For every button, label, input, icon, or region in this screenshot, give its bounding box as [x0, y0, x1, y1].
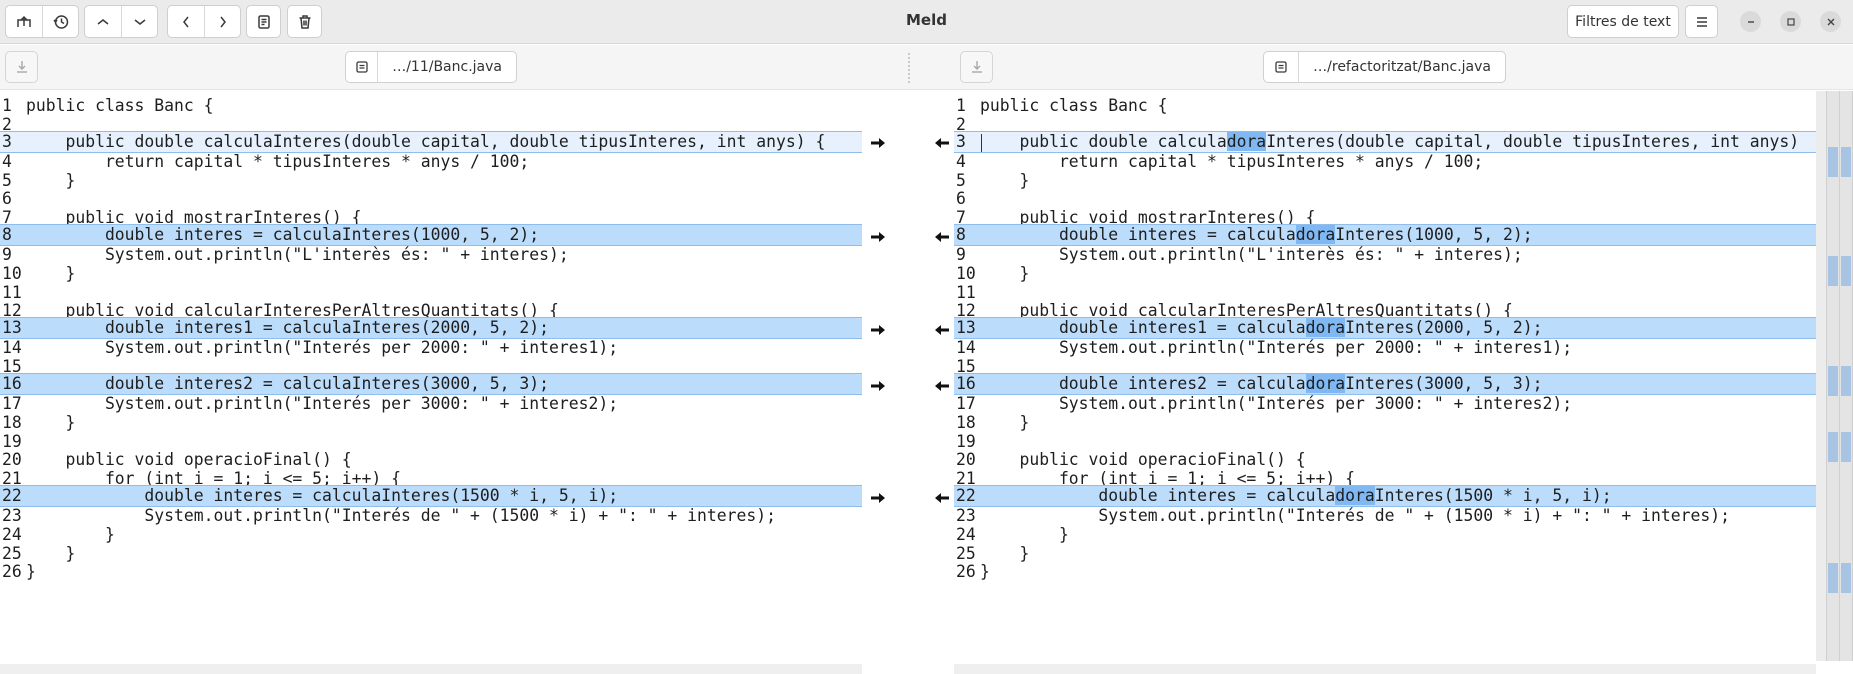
left-text-pane[interactable]: 1 public class Banc {2 3 public double cal… — [0, 91, 862, 674]
overview-change-marker[interactable] — [1828, 366, 1838, 397]
file-open-icon[interactable] — [1264, 52, 1300, 82]
push-right-arrow-icon[interactable] — [870, 229, 886, 243]
new-comparison-icon[interactable] — [6, 6, 42, 37]
inline-change-highlight: dora — [1335, 486, 1375, 506]
text-filters-button[interactable]: Filtres de text — [1567, 5, 1679, 38]
linkmap — [862, 91, 954, 674]
minimize-icon[interactable] — [1740, 11, 1761, 32]
code-line: 22 double interes = calculaInteres(1500 … — [0, 485, 862, 508]
code-line: 13 double interes1 = calculadoraInteres(… — [954, 317, 1816, 340]
line-code: public double calculaInteres(double capi… — [26, 131, 826, 151]
next-change-icon[interactable] — [121, 6, 157, 37]
right-horizontal-scrollbar[interactable] — [954, 664, 1816, 674]
file-open-icon[interactable] — [346, 52, 379, 82]
line-number: 16 — [2, 374, 22, 394]
line-code: public double calculadoraInteres(double … — [980, 131, 1800, 151]
line-number: 16 — [956, 374, 976, 394]
pane-separator[interactable] — [908, 53, 910, 83]
overview-change-marker[interactable] — [1841, 431, 1851, 462]
code-line: 8 double interes = calculadoraInteres(10… — [954, 224, 1816, 247]
code-line: 3 public double calculadoraInteres(doubl… — [954, 130, 1816, 153]
code-line: 3 public double calculaInteres(double ca… — [0, 130, 862, 153]
line-number: 8 — [956, 225, 966, 245]
line-number: 3 — [2, 131, 12, 151]
prev-conflict-icon[interactable] — [168, 6, 204, 37]
overview-change-marker[interactable] — [1841, 256, 1851, 287]
line-code: double interes1 = calculadoraInteres(200… — [980, 318, 1543, 338]
push-right-arrow-icon[interactable] — [870, 135, 886, 149]
left-file-name: …/11/Banc.java — [392, 59, 502, 75]
right-text-pane[interactable]: 1 public class Banc {2 3 public double cal… — [954, 91, 1816, 674]
push-left-arrow-icon[interactable] — [934, 135, 950, 149]
code-line: 22 double interes = calculadoraInteres(1… — [954, 485, 1816, 508]
file-bar: …/11/Banc.java …/refactoritzat/Banc.java — [0, 45, 1853, 90]
overview-change-marker[interactable] — [1841, 563, 1851, 594]
overview-change-marker[interactable] — [1828, 146, 1838, 177]
file-actions-group — [5, 5, 79, 38]
maximize-icon[interactable] — [1780, 11, 1801, 32]
code-line: 8 double interes = calculaInteres(1000, … — [0, 224, 862, 247]
overview-change-marker[interactable] — [1841, 146, 1851, 177]
right-file-chooser[interactable]: …/refactoritzat/Banc.java — [1263, 51, 1506, 83]
line-code: double interes2 = calculadoraInteres(300… — [980, 374, 1543, 394]
push-left-arrow-icon[interactable] — [934, 322, 950, 336]
copy-icon[interactable] — [246, 5, 281, 38]
line-code: } — [26, 562, 36, 582]
line-code: } — [980, 562, 990, 582]
push-right-arrow-icon[interactable] — [870, 490, 886, 504]
inline-change-highlight: dora — [1226, 131, 1267, 151]
close-icon[interactable] — [1820, 11, 1841, 32]
inline-change-highlight: dora — [1305, 374, 1346, 394]
conflict-nav-group — [167, 5, 241, 38]
right-scrollbar[interactable] — [1816, 91, 1826, 661]
line-code: double interes = calculaInteres(1000, 5,… — [26, 225, 540, 245]
line-number: 3 — [956, 131, 966, 151]
line-code: double interes = calculadoraInteres(1500… — [980, 486, 1612, 506]
overview-change-marker[interactable] — [1841, 366, 1851, 397]
line-number: 26 — [2, 562, 22, 582]
overview-change-marker[interactable] — [1828, 431, 1838, 462]
inline-change-highlight: dora — [1305, 318, 1346, 338]
line-number: 13 — [2, 318, 22, 338]
left-file-chooser[interactable]: …/11/Banc.java — [345, 51, 517, 83]
diff-overview-right[interactable] — [1839, 91, 1853, 661]
right-file-name: …/refactoritzat/Banc.java — [1313, 59, 1491, 75]
header-bar: Meld Filtres de text — [0, 0, 1853, 44]
push-left-arrow-icon[interactable] — [934, 490, 950, 504]
line-number: 8 — [2, 225, 12, 245]
save-right-icon[interactable] — [960, 51, 993, 83]
code-line: 16 double interes2 = calculaInteres(3000… — [0, 373, 862, 396]
prev-change-icon[interactable] — [85, 6, 121, 37]
save-left-icon[interactable] — [5, 51, 38, 83]
hamburger-menu-icon[interactable] — [1685, 5, 1718, 38]
line-number: 13 — [956, 318, 976, 338]
line-number: 26 — [956, 562, 976, 582]
push-left-arrow-icon[interactable] — [934, 229, 950, 243]
line-code: double interes1 = calculaInteres(2000, 5… — [26, 318, 550, 338]
push-left-arrow-icon[interactable] — [934, 378, 950, 392]
next-conflict-icon[interactable] — [204, 6, 240, 37]
diff-overview-left[interactable] — [1826, 91, 1840, 661]
line-code: double interes = calculaInteres(1500 * i… — [26, 486, 619, 506]
line-number: 22 — [2, 486, 22, 506]
push-right-arrow-icon[interactable] — [870, 322, 886, 336]
overview-change-marker[interactable] — [1828, 256, 1838, 287]
inline-change-highlight: dora — [1295, 225, 1336, 245]
line-code: double interes2 = calculaInteres(3000, 5… — [26, 374, 550, 394]
line-code: double interes = calculadoraInteres(1000… — [980, 225, 1533, 245]
code-line: 26} — [0, 561, 862, 583]
code-line: 16 double interes2 = calculadoraInteres(… — [954, 373, 1816, 396]
history-icon[interactable] — [42, 6, 78, 37]
change-nav-group — [84, 5, 158, 38]
push-right-arrow-icon[interactable] — [870, 378, 886, 392]
overview-change-marker[interactable] — [1828, 563, 1838, 594]
code-line: 13 double interes1 = calculaInteres(2000… — [0, 317, 862, 340]
left-horizontal-scrollbar[interactable] — [0, 664, 862, 674]
delete-icon[interactable] — [287, 5, 322, 38]
line-number: 22 — [956, 486, 976, 506]
code-line: 26} — [954, 561, 1816, 583]
text-cursor — [981, 133, 982, 152]
